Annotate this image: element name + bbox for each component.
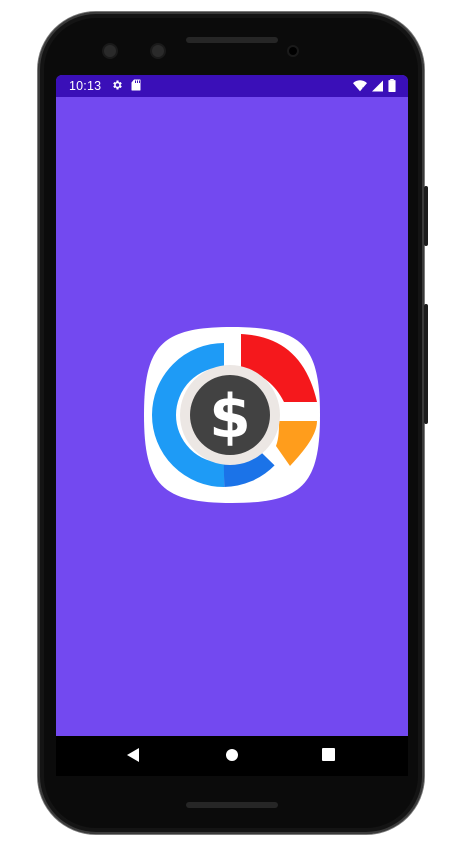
sd-card-icon [131,79,141,91]
screen: 10:13 x $ [56,75,408,776]
bottom-speaker [186,802,278,808]
proximity-sensor [289,47,297,55]
power-button [424,186,428,246]
navigation-bar [56,736,408,776]
front-camera-left [104,45,116,57]
status-icons-right: x [353,79,396,92]
top-speaker [186,37,278,43]
status-time: 10:13 [69,79,102,93]
wifi-icon: x [353,79,367,92]
svg-text:x: x [362,87,365,92]
dollar-symbol: $ [209,382,251,452]
front-camera-right [152,45,164,57]
battery-icon [388,79,396,92]
volume-rocker [424,304,428,424]
gear-icon [113,80,122,90]
status-bar: 10:13 x [56,75,408,97]
app-logo: $ [144,327,320,503]
recents-icon[interactable] [322,748,335,761]
back-icon[interactable] [127,748,139,762]
home-icon[interactable] [225,748,239,762]
status-icons-left [111,79,141,91]
cell-signal-icon [372,80,383,91]
